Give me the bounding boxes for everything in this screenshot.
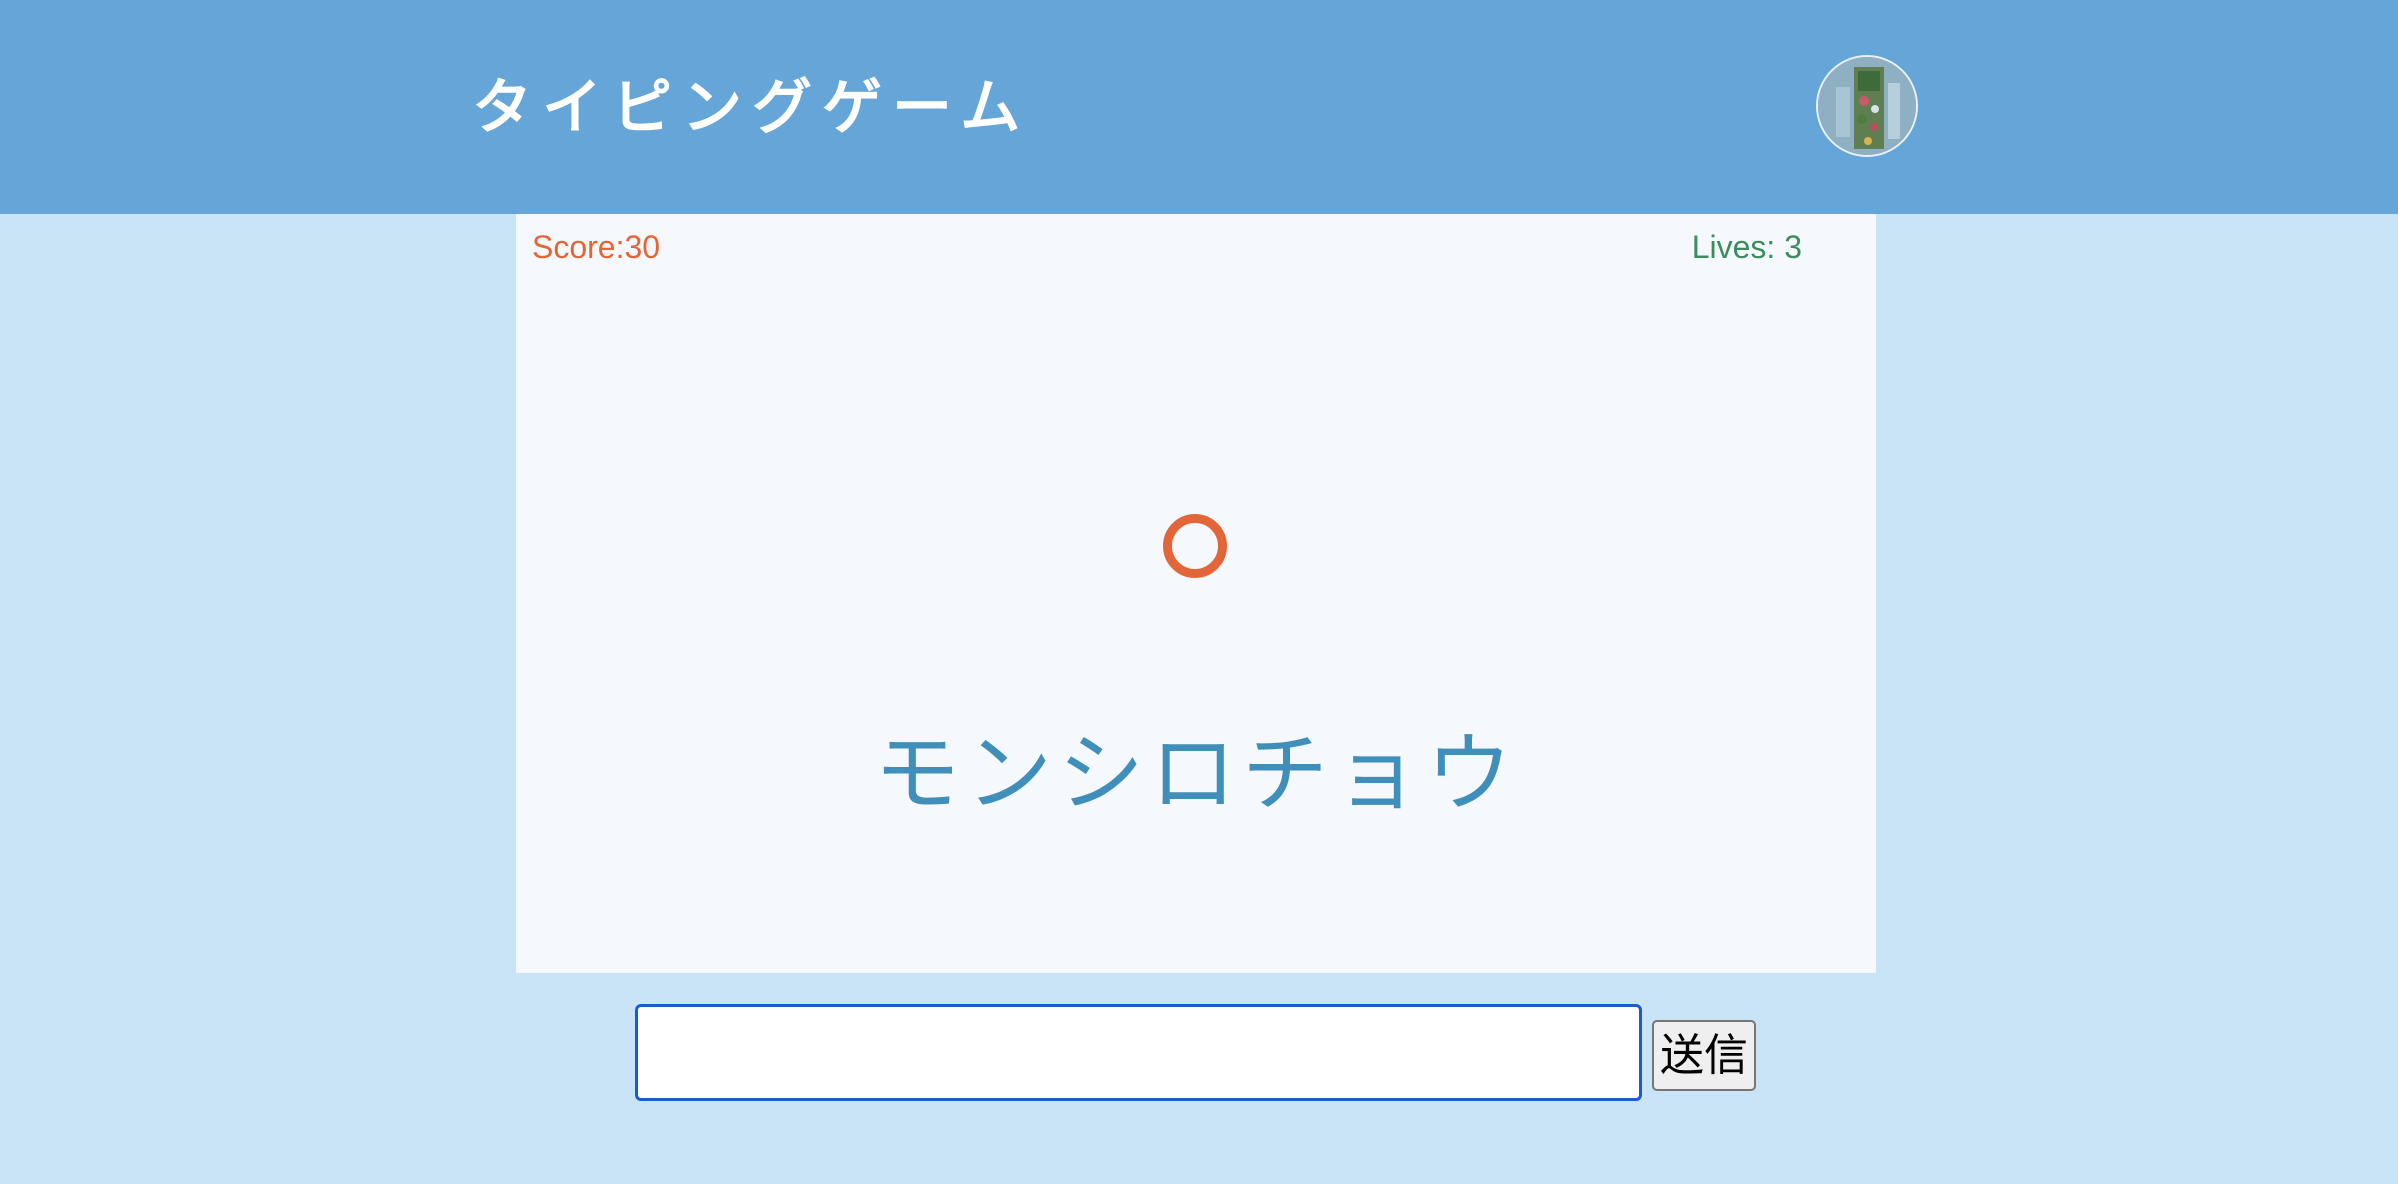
- avatar-image: [1818, 57, 1916, 155]
- game-area: Score:30 Lives: 3 モンシロチョウ: [516, 214, 1876, 973]
- lives-display: Lives: 3: [1691, 229, 1802, 265]
- answer-input[interactable]: [635, 1004, 1642, 1101]
- score-display: Score:30: [532, 229, 661, 265]
- target-word: モンシロチョウ: [874, 724, 1518, 824]
- submit-button[interactable]: 送信: [1652, 1020, 1756, 1091]
- site-title: タイピングゲーム: [472, 73, 1031, 143]
- site-header: タイピングゲーム: [0, 0, 2398, 214]
- user-avatar-icon[interactable]: [1816, 55, 1918, 157]
- target-ring-icon: [1163, 514, 1227, 578]
